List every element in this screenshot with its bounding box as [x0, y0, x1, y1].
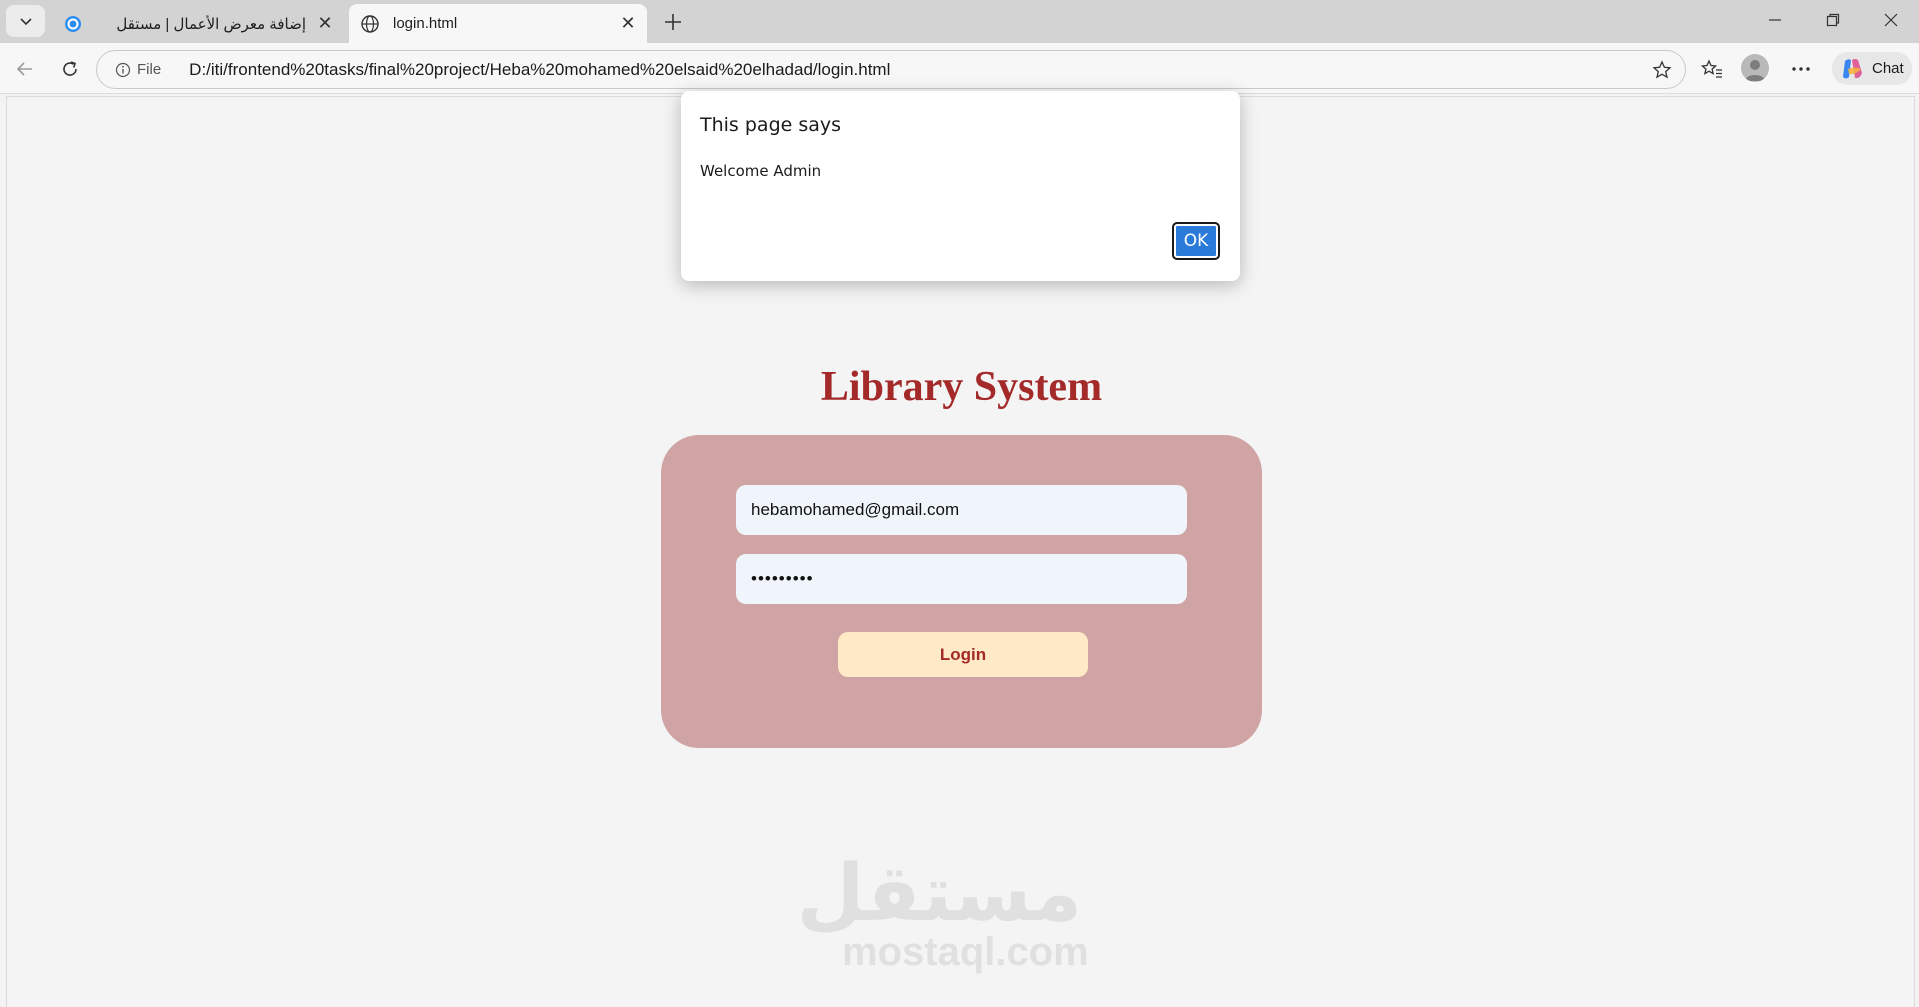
watermark-latin: mostaql.com — [842, 930, 1089, 974]
favorites-button[interactable] — [1694, 51, 1730, 87]
email-field[interactable]: hebamohamed@gmail.com — [736, 485, 1187, 535]
address-bar[interactable]: File D:/iti/frontend%20tasks/final%20pro… — [96, 50, 1686, 89]
star-icon — [1652, 60, 1672, 79]
close-icon — [1884, 13, 1898, 27]
dialog-title: This page says — [700, 114, 842, 136]
plus-icon — [665, 14, 681, 30]
close-icon[interactable]: ✕ — [615, 11, 641, 37]
favorites-icon — [1701, 59, 1722, 78]
tab-mostaql[interactable]: إضافة معرض الأعمال | مستقل ✕ — [52, 4, 344, 43]
reload-button[interactable] — [52, 51, 88, 87]
restore-button[interactable] — [1805, 0, 1861, 40]
browser-toolbar: File D:/iti/frontend%20tasks/final%20pro… — [0, 43, 1919, 94]
close-icon[interactable]: ✕ — [312, 11, 338, 37]
login-button[interactable]: Login — [838, 632, 1088, 677]
tab-login[interactable]: login.html ✕ — [349, 4, 647, 43]
alert-dialog: This page says Welcome Admin OK — [681, 91, 1240, 281]
person-icon — [1745, 60, 1765, 81]
tab-title: إضافة معرض الأعمال | مستقل — [116, 15, 306, 33]
ok-button[interactable]: OK — [1172, 222, 1220, 260]
copilot-icon — [1843, 58, 1862, 78]
tab-title: login.html — [393, 15, 458, 32]
url-text[interactable]: D:/iti/frontend%20tasks/final%20project/… — [189, 60, 890, 80]
mostaql-watermark: مستقل mostaql.com — [796, 849, 1089, 974]
new-tab-button[interactable] — [657, 6, 689, 38]
reload-icon — [63, 61, 77, 76]
tab-strip: إضافة معرض الأعمال | مستقل ✕ login.html … — [0, 0, 1919, 43]
page-title: Library System — [820, 364, 1103, 410]
chevron-down-icon — [19, 18, 32, 26]
watermark-arabic: مستقل — [796, 849, 1082, 939]
mostaql-favicon — [62, 13, 84, 35]
profile-avatar[interactable] — [1741, 54, 1769, 82]
more-dots-icon — [1792, 67, 1810, 71]
dialog-message: Welcome Admin — [700, 162, 822, 180]
add-favorite-button[interactable] — [1645, 53, 1679, 87]
restore-icon — [1826, 13, 1840, 27]
close-window-button[interactable] — [1863, 0, 1919, 40]
login-form: hebamohamed@gmail.com ••••••••• Login — [661, 435, 1262, 748]
minimize-icon — [1769, 19, 1781, 21]
copilot-chat-button[interactable]: Chat — [1832, 52, 1912, 85]
minimize-button[interactable] — [1747, 0, 1803, 40]
back-button[interactable] — [7, 51, 43, 87]
password-field[interactable]: ••••••••• — [736, 554, 1187, 604]
info-icon — [115, 62, 131, 77]
settings-more-button[interactable] — [1783, 51, 1819, 87]
tab-actions-menu-button[interactable] — [6, 5, 45, 37]
globe-icon — [359, 13, 381, 35]
back-arrow-icon — [16, 62, 32, 76]
site-info-button[interactable]: File — [107, 57, 169, 83]
chat-label: Chat — [1872, 60, 1904, 77]
scheme-label: File — [137, 61, 162, 78]
